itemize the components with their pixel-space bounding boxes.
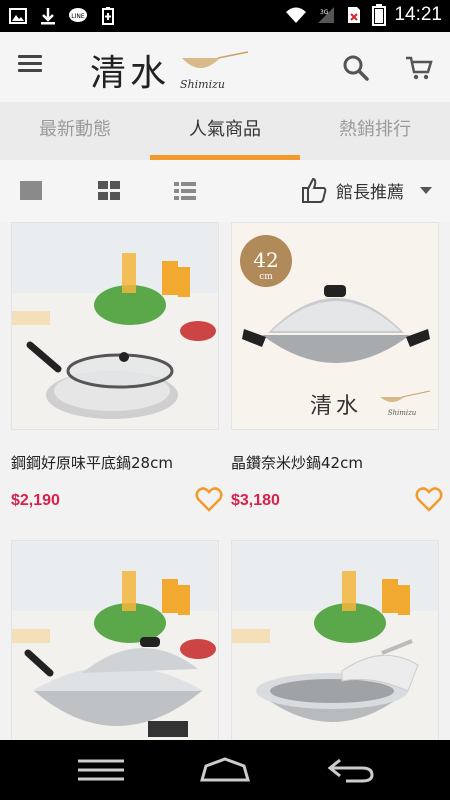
back-icon[interactable]: [326, 756, 376, 784]
product-price: $2,190: [11, 492, 60, 509]
image-watermark-sub: Shimizu: [388, 409, 417, 417]
battery-icon: [372, 4, 387, 26]
svg-text:3G: 3G: [320, 9, 329, 16]
clock: 14:21: [394, 4, 442, 25]
view-toolbar: 館長推薦: [0, 160, 450, 222]
product-card[interactable]: 鋼鋼好原味平底鍋28cm $2,190: [11, 222, 223, 512]
battery-saver-icon: [102, 7, 114, 25]
brand-logo[interactable]: 清水 Shimizu: [88, 40, 249, 96]
status-bar: LINE 3G 14:21: [0, 0, 450, 32]
product-card[interactable]: 42 cm 清水 Shimizu 晶鑽奈米炒鍋42cm $3,180: [231, 222, 443, 512]
product-image[interactable]: [231, 540, 439, 740]
hamburger-menu-icon[interactable]: [18, 52, 52, 82]
size-badge-number: 42: [253, 248, 278, 272]
tab-best-selling[interactable]: 熱銷排行: [300, 102, 450, 160]
frying-pan-image: [12, 223, 218, 429]
wok-glass-lid-image: [12, 541, 218, 740]
single-view-icon[interactable]: [20, 180, 44, 202]
product-card[interactable]: [11, 540, 219, 740]
recents-icon[interactable]: [76, 756, 126, 784]
chevron-down-icon: [420, 186, 432, 194]
category-tabs: 最新動態 人氣商品 熱銷排行: [0, 102, 450, 160]
product-grid: 鋼鋼好原味平底鍋28cm $2,190 42 cm 清水 Shimizu 晶鑽奈…: [0, 222, 450, 740]
sort-dropdown[interactable]: 館長推薦: [300, 176, 432, 204]
product-image[interactable]: [11, 222, 219, 430]
product-image[interactable]: [11, 540, 219, 740]
product-price: $3,180: [231, 492, 280, 509]
home-icon[interactable]: [200, 756, 250, 784]
heart-icon[interactable]: [195, 486, 223, 512]
heart-icon[interactable]: [415, 486, 443, 512]
app-bar: 清水 Shimizu: [0, 32, 450, 102]
svg-text:LINE: LINE: [71, 13, 85, 20]
line-app-icon: LINE: [69, 8, 87, 22]
product-card[interactable]: [231, 540, 439, 740]
product-image[interactable]: 42 cm 清水 Shimizu: [231, 222, 439, 430]
list-view-icon[interactable]: [174, 180, 198, 202]
cart-icon[interactable]: [404, 54, 434, 82]
tab-latest[interactable]: 最新動態: [0, 102, 150, 160]
wifi-icon: [286, 7, 307, 23]
logo-subtitle: Shimizu: [180, 78, 225, 91]
deep-pot-image: [232, 541, 438, 740]
logo-text: 清水: [90, 53, 171, 94]
logo-bowl-icon: [182, 51, 249, 68]
thumbs-up-icon: [302, 177, 327, 203]
search-icon[interactable]: [342, 54, 370, 82]
signal-icon: 3G: [318, 7, 335, 23]
product-name[interactable]: 鋼鋼好原味平底鍋28cm: [11, 452, 173, 473]
no-sim-icon: [348, 7, 361, 23]
image-icon: [9, 8, 27, 24]
tab-popular[interactable]: 人氣商品: [150, 102, 300, 160]
sort-label: 館長推薦: [336, 182, 404, 203]
wok-image: 42 cm 清水 Shimizu: [232, 223, 438, 429]
system-nav-bar: [0, 740, 450, 800]
size-badge-unit: cm: [259, 272, 273, 282]
download-icon: [41, 8, 55, 25]
product-name[interactable]: 晶鑽奈米炒鍋42cm: [231, 452, 363, 473]
image-watermark: 清水: [310, 394, 362, 419]
grid-view-icon[interactable]: [98, 180, 122, 202]
